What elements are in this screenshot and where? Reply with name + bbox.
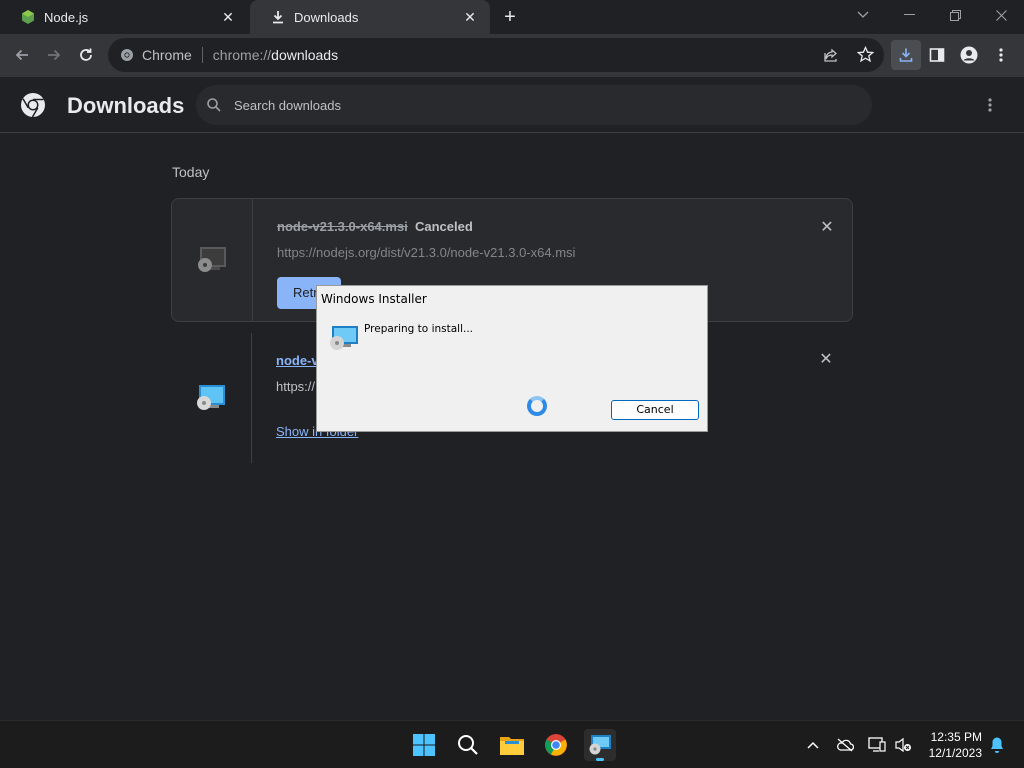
chip-label: Chrome — [142, 47, 192, 63]
search-icon — [207, 98, 221, 112]
chrome-icon — [121, 49, 133, 61]
start-button[interactable] — [408, 729, 440, 761]
kebab-menu-icon — [988, 98, 992, 112]
file-icon-column — [172, 199, 253, 321]
dialog-title: Windows Installer — [321, 292, 427, 306]
minimize-button[interactable] — [886, 0, 932, 30]
address-bar[interactable]: Chrome chrome://downloads — [108, 38, 884, 72]
installer-file-icon — [198, 247, 226, 272]
close-icon[interactable]: ✕ — [462, 9, 478, 25]
downloads-menu-button[interactable] — [978, 93, 1002, 117]
taskbar: 12:35 PM 12/1/2023 — [0, 720, 1024, 768]
profile-avatar-icon — [960, 46, 978, 64]
download-icon — [270, 9, 286, 25]
close-icon[interactable]: ✕ — [220, 9, 236, 25]
url-scheme: chrome:// — [212, 47, 272, 63]
bookmark-star-icon[interactable] — [856, 45, 875, 66]
onedrive-cloud-icon[interactable] — [835, 735, 855, 755]
nodejs-icon — [20, 9, 36, 25]
close-window-button[interactable] — [978, 0, 1024, 30]
back-button[interactable] — [7, 40, 37, 70]
network-icon[interactable] — [867, 735, 887, 755]
chrome-logo-icon — [20, 92, 46, 118]
tab-title: Node.js — [44, 9, 89, 25]
profile-button[interactable] — [954, 40, 984, 70]
cancel-button[interactable]: Cancel — [611, 400, 699, 420]
chrome-taskbar-button[interactable] — [540, 729, 572, 761]
file-icon-column — [171, 333, 252, 463]
remove-download-button[interactable]: ✕ — [816, 349, 836, 369]
show-hidden-icons-chevron-icon[interactable] — [803, 735, 823, 755]
restore-button[interactable] — [932, 0, 978, 30]
installer-icon — [589, 735, 611, 755]
dialog-message: Preparing to install... — [364, 323, 474, 335]
download-url[interactable]: https:// — [276, 379, 315, 394]
side-panel-button[interactable] — [922, 40, 952, 70]
chrome-menu-button[interactable] — [986, 40, 1016, 70]
file-explorer-button[interactable] — [496, 729, 528, 761]
share-icon[interactable] — [823, 47, 839, 66]
browser-toolbar: Chrome chrome://downloads — [0, 34, 1024, 77]
download-filename: node-v21.3.0-x64.msi — [277, 219, 408, 234]
volume-muted-icon[interactable] — [893, 735, 913, 755]
folder-icon — [500, 737, 524, 755]
page-title: Downloads — [67, 93, 185, 118]
tab-strip: Node.js ✕ Downloads ✕ + — [0, 0, 1024, 34]
clock-date: 12/1/2023 — [928, 746, 982, 760]
reload-button[interactable] — [71, 40, 101, 70]
chrome-icon — [545, 734, 567, 756]
tab-title: Downloads — [294, 9, 359, 25]
download-status: Canceled — [415, 219, 473, 234]
taskbar-search-button[interactable] — [452, 729, 484, 761]
new-tab-button[interactable]: + — [498, 5, 522, 29]
url-host: downloads — [271, 47, 339, 63]
notification-bell-icon[interactable] — [987, 735, 1007, 755]
tab-nodejs[interactable]: Node.js ✕ — [0, 0, 248, 34]
chrome-chip: Chrome — [120, 47, 192, 63]
loading-spinner-icon — [527, 396, 547, 416]
windows-installer-dialog: Windows Installer Preparing to install..… — [316, 285, 708, 432]
clock-time: 12:35 PM — [930, 730, 982, 744]
system-clock[interactable]: 12:35 PM 12/1/2023 — [920, 729, 982, 761]
search-input[interactable] — [234, 97, 834, 113]
divider — [201, 47, 203, 63]
installer-icon — [329, 324, 359, 352]
tab-downloads[interactable]: Downloads ✕ — [250, 0, 490, 34]
downloads-button[interactable] — [891, 40, 921, 70]
search-box[interactable] — [196, 85, 872, 125]
search-icon — [458, 735, 478, 755]
kebab-menu-icon — [999, 48, 1003, 62]
downloads-header: Downloads — [0, 77, 1024, 133]
installer-file-icon — [197, 385, 225, 410]
download-icon — [899, 48, 913, 62]
tab-search-chevron-icon[interactable] — [840, 0, 886, 30]
windows-installer-taskbar-button[interactable] — [584, 729, 616, 761]
side-panel-icon — [929, 48, 945, 62]
forward-button[interactable] — [39, 40, 69, 70]
windows-logo-icon — [413, 734, 435, 756]
download-filename-link[interactable]: node-v — [276, 353, 319, 368]
remove-download-button[interactable]: ✕ — [817, 217, 837, 237]
download-url[interactable]: https://nodejs.org/dist/v21.3.0/node-v21… — [277, 245, 575, 260]
date-section-heading: Today — [172, 164, 210, 180]
